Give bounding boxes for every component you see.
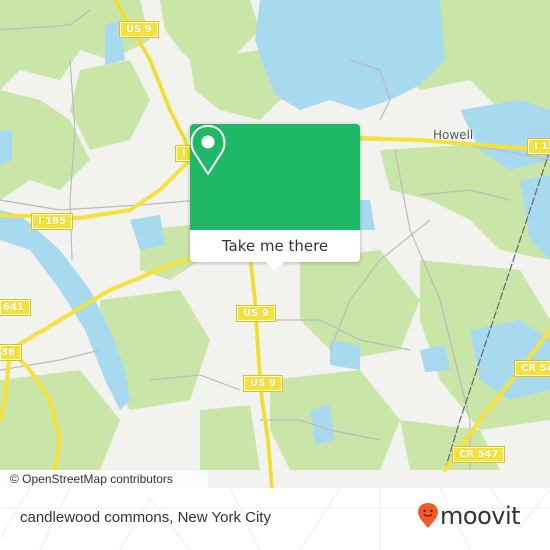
moovit-wordmark: moovit	[440, 502, 521, 530]
moovit-logo[interactable]: moovit	[418, 502, 521, 530]
road-shield-cr547-south: CR 547	[451, 446, 506, 463]
road-shield-cr36: 36	[0, 344, 22, 361]
map-attribution[interactable]: © OpenStreetMap contributors	[0, 470, 208, 488]
popup-header	[190, 124, 360, 230]
place-label-howell: Howell	[433, 128, 474, 142]
popup-pointer	[266, 262, 284, 271]
road-shield-us9-mid: US 9	[236, 305, 276, 322]
take-me-there-button[interactable]: Take me there	[190, 230, 360, 262]
road-shield-cr641: 641	[0, 299, 31, 316]
road-shield-i195-west: I 195	[30, 213, 74, 230]
road-shield-cr547-east: CR 547	[513, 360, 550, 377]
road-shield-us9-south: US 9	[243, 375, 283, 392]
take-me-there-label: Take me there	[221, 237, 329, 255]
road-shield-us9-north: US 9	[119, 21, 159, 38]
location-popup: Take me there	[190, 124, 360, 271]
map-view[interactable]: US 9 I I 195 I 19 641 36 US 9 US 9 CR 54…	[0, 0, 550, 488]
footer-bar: candlewood commons, New York City moovit	[0, 488, 550, 550]
attribution-text: © OpenStreetMap contributors	[10, 472, 173, 486]
road-shield-i195-east: I 19	[526, 138, 550, 155]
location-pin-icon	[190, 125, 226, 175]
location-title: candlewood commons, New York City	[20, 509, 271, 526]
moovit-pin-icon	[418, 503, 438, 528]
